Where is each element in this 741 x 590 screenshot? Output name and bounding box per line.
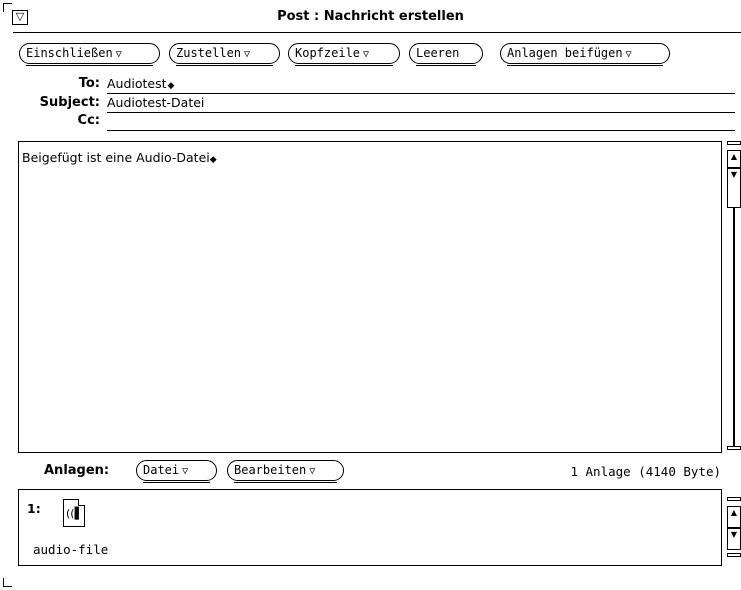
scroll-down-icon[interactable]: ▼ [727,528,741,550]
attachment-number: 1: [27,501,41,516]
cc-label: Cc: [77,113,100,128]
scroll-up-icon[interactable]: ▲ [727,506,741,528]
attachments-scrollbar[interactable]: ▲ ▼ [727,497,741,567]
file-menu-button[interactable]: Datei ▽ [136,460,217,483]
deliver-menu-button[interactable]: Zustellen ▽ [169,43,280,66]
to-label: To: [78,76,100,91]
message-body[interactable]: Beigefügt ist eine Audio-Datei◆ [18,141,722,453]
attachments-bar: Anlagen: Datei ▽ Bearbeiten ▽ 1 Anlage (41… [0,460,741,484]
chevron-down-icon: ▽ [309,466,316,477]
message-text: Beigefügt ist eine Audio-Datei [22,150,210,165]
to-value: Audiotest [107,76,167,91]
scroll-down-icon[interactable]: ▼ [727,168,741,208]
text-caret-icon: ◆ [167,81,175,91]
scroll-bottom-cap[interactable] [727,446,741,450]
add-attachments-menu-button[interactable]: Anlagen beifügen ▽ [500,43,670,66]
clear-button[interactable]: Leeren [409,43,483,66]
attachments-status: 1 Anlage (4140 Byte) [570,464,721,479]
title-divider [13,32,741,33]
chevron-down-icon: ▽ [244,49,251,60]
include-menu-button[interactable]: Einschließen ▽ [19,43,160,66]
chevron-down-icon: ▽ [625,49,632,60]
scroll-up-icon[interactable]: ▲ [727,150,741,168]
header-menu-button[interactable]: Kopfzeile ▽ [288,43,400,66]
edit-menu-button[interactable]: Bearbeiten ▽ [227,460,344,483]
chevron-down-icon: ▽ [115,49,122,60]
attachment-name[interactable]: audio-file [33,542,108,557]
window-title: Post : Nachricht erstellen [277,9,464,24]
speaker-icon: ((▌ [66,507,84,520]
subject-field[interactable]: Audiotest-Datei [107,95,735,113]
text-caret-icon: ◆ [209,155,217,165]
scroll-top-cap[interactable] [727,497,741,501]
title-bar: ▽ Post : Nachricht erstellen [0,6,741,32]
cc-field[interactable] [107,113,735,131]
to-field[interactable]: Audiotest◆ [107,76,735,94]
scroll-bottom-cap[interactable] [727,553,741,557]
attachments-pane[interactable]: 1: ((▌ audio-file [18,489,722,566]
subject-label: Subject: [39,95,100,110]
message-scrollbar[interactable]: ▲ ▼ [727,141,741,455]
chevron-down-icon: ▽ [182,466,189,477]
chevron-down-icon: ▽ [363,49,370,60]
attachments-label: Anlagen: [44,463,110,478]
window-frame-corner [3,578,12,587]
scroll-top-cap[interactable] [727,141,741,145]
audio-file-icon[interactable]: ((▌ [63,499,85,527]
scroll-track[interactable] [733,208,735,446]
subject-value: Audiotest-Datei [107,95,205,110]
